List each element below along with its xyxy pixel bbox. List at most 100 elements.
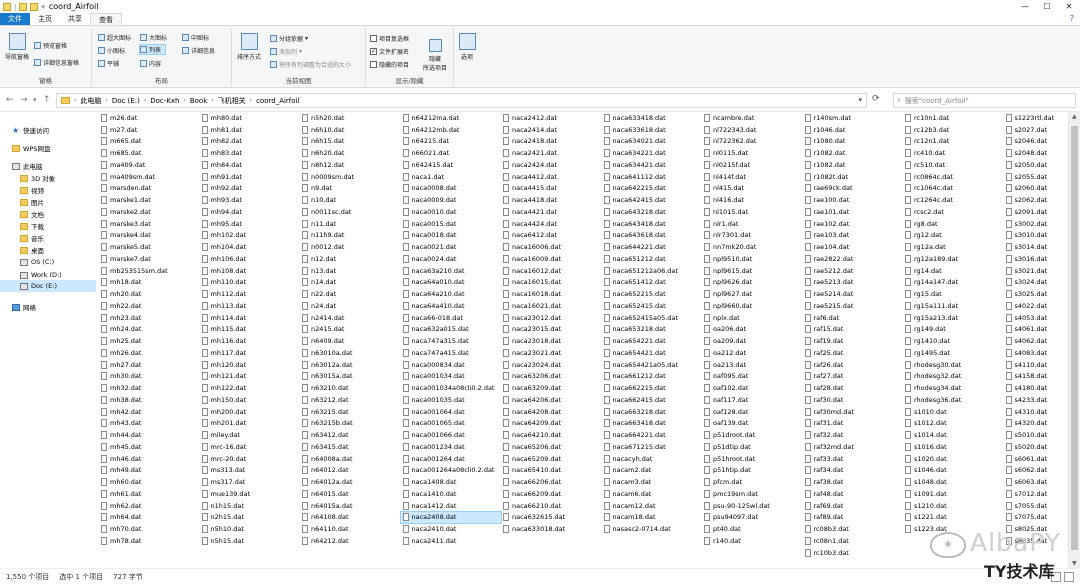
file-item[interactable]: naca653218.dat — [602, 324, 702, 336]
hide-selected-button[interactable]: 隐藏 所选项目 — [420, 39, 450, 72]
file-item[interactable]: oaf117.dat — [702, 394, 802, 406]
file-item[interactable]: oaf102.dat — [702, 382, 802, 394]
layout-tiles[interactable]: 平铺 — [98, 59, 119, 68]
file-item[interactable]: marsden.dat — [99, 183, 199, 195]
checkbox[interactable] — [370, 61, 377, 68]
file-item[interactable]: raf33.dat — [803, 453, 903, 465]
file-item[interactable]: naca654421a05.dat — [602, 359, 702, 371]
file-item[interactable]: s4158.dat — [1004, 371, 1069, 383]
file-item[interactable]: ma409.dat — [99, 159, 199, 171]
breadcrumb-this-pc[interactable]: 此电脑 — [80, 96, 101, 106]
file-item[interactable]: mh117.dat — [200, 347, 300, 359]
file-item[interactable]: mh122.dat — [200, 382, 300, 394]
file-item[interactable]: n11.dat — [300, 218, 400, 230]
file-item[interactable]: naca0021.dat — [401, 241, 501, 253]
tab-home[interactable]: 主页 — [30, 13, 60, 25]
nav-item-4[interactable]: 视频 — [0, 184, 96, 196]
file-item[interactable]: s1046.dat — [903, 465, 1003, 477]
file-item[interactable]: raf25.dat — [803, 347, 903, 359]
file-item[interactable]: r140sm.dat — [803, 112, 903, 124]
file-item[interactable]: raf31.dat — [803, 418, 903, 430]
file-item[interactable]: naca652415.dat — [602, 300, 702, 312]
file-item[interactable]: marske5.dat — [99, 241, 199, 253]
file-item[interactable]: naca0015.dat — [401, 218, 501, 230]
file-item[interactable]: mh45.dat — [99, 441, 199, 453]
file-item[interactable]: rc0864c.dat — [903, 171, 1003, 183]
nav-item-7[interactable]: 下载 — [0, 220, 96, 232]
file-item[interactable]: marske3.dat — [99, 218, 199, 230]
file-item[interactable]: mh116.dat — [200, 335, 300, 347]
file-item[interactable]: r1082t.dat — [803, 171, 903, 183]
file-item[interactable]: naca643618.dat — [602, 230, 702, 242]
file-item[interactable]: n2414.dat — [300, 312, 400, 324]
file-item[interactable]: mh18.dat — [99, 277, 199, 289]
file-item[interactable]: naca23018.dat — [501, 335, 601, 347]
file-item[interactable]: rc1064c.dat — [903, 183, 1003, 195]
file-item[interactable]: rg12a189.dat — [903, 253, 1003, 265]
file-item[interactable]: mh44.dat — [99, 429, 199, 441]
file-item[interactable]: s3002.dat — [1004, 218, 1069, 230]
file-item[interactable]: n64012a.dat — [300, 476, 400, 488]
file-item[interactable]: rc10n1.dat — [903, 112, 1003, 124]
checkbox[interactable] — [370, 35, 377, 42]
file-item[interactable]: s3024.dat — [1004, 277, 1069, 289]
file-item[interactable]: psu94097.dat — [702, 512, 802, 524]
file-item[interactable]: naca16006.dat — [501, 241, 601, 253]
file-item[interactable]: s7012.dat — [1004, 488, 1069, 500]
file-item[interactable]: rhodesg32.dat — [903, 371, 1003, 383]
file-item[interactable]: naca662415.dat — [602, 394, 702, 406]
file-item[interactable]: naca2408.dat — [399, 510, 502, 525]
preview-pane-button[interactable]: 预览窗格 — [34, 41, 67, 50]
file-item[interactable]: mh93.dat — [200, 194, 300, 206]
file-item[interactable]: naca633418.dat — [602, 112, 702, 124]
file-item[interactable]: naca634221.dat — [602, 147, 702, 159]
file-item[interactable]: n63415.dat — [300, 441, 400, 453]
file-item[interactable]: rg8.dat — [903, 218, 1003, 230]
file-item[interactable]: npl9615.dat — [702, 265, 802, 277]
file-item[interactable]: naca2411.dat — [401, 535, 501, 547]
file-item[interactable]: naca654421.dat — [602, 347, 702, 359]
hidden-items-toggle[interactable]: 隐藏的项目 — [370, 60, 409, 69]
file-item[interactable]: mh25.dat — [99, 335, 199, 347]
file-item[interactable]: naca66-018.dat — [401, 312, 501, 324]
nav-item-8[interactable]: 音乐 — [0, 232, 96, 244]
file-item[interactable]: raf30.dat — [803, 394, 903, 406]
file-item[interactable]: p51dtip.dat — [702, 441, 802, 453]
file-item[interactable]: mb253515sm.dat — [99, 265, 199, 277]
file-item[interactable]: naca652215.dat — [602, 288, 702, 300]
file-item[interactable]: naca4415.dat — [501, 183, 601, 195]
file-item[interactable]: npl9660.dat — [702, 300, 802, 312]
file-item[interactable]: ms317.dat — [200, 476, 300, 488]
file-item[interactable]: marske1.dat — [99, 194, 199, 206]
file-item[interactable]: naca4421.dat — [501, 206, 601, 218]
file-item[interactable]: s2048.dat — [1004, 147, 1069, 159]
file-item[interactable]: s6061.dat — [1004, 453, 1069, 465]
file-item[interactable]: mh201.dat — [200, 418, 300, 430]
file-item[interactable]: s5020.dat — [1004, 441, 1069, 453]
nav-item-0[interactable]: ★ 快速访问 — [0, 124, 96, 136]
file-item[interactable]: naca16015.dat — [501, 277, 601, 289]
file-item[interactable]: rg1410.dat — [903, 335, 1003, 347]
customize-icon[interactable]: ▾ — [41, 3, 45, 11]
file-item[interactable]: nacam12.dat — [602, 500, 702, 512]
file-item[interactable]: naca671215.dat — [602, 441, 702, 453]
file-item[interactable]: s4110.dat — [1004, 359, 1069, 371]
file-item[interactable]: naca65410.dat — [501, 465, 601, 477]
options-button[interactable]: 选项 — [452, 33, 482, 61]
file-item[interactable]: s1020.dat — [903, 453, 1003, 465]
file-item[interactable]: s1210.dat — [903, 500, 1003, 512]
file-item[interactable]: naca66206.dat — [501, 476, 601, 488]
file-item[interactable]: naca6412.dat — [501, 230, 601, 242]
file-item[interactable]: rae69ck.dat — [803, 183, 903, 195]
file-item[interactable]: naca16018.dat — [501, 288, 601, 300]
file-item[interactable]: n10.dat — [300, 194, 400, 206]
file-item[interactable]: oa213.dat — [702, 359, 802, 371]
checkbox-checked[interactable]: ✓ — [370, 48, 377, 55]
file-item[interactable]: naca2421.dat — [501, 147, 601, 159]
file-item[interactable]: s3025.dat — [1004, 288, 1069, 300]
file-item[interactable]: n64110.dat — [300, 523, 400, 535]
file-item[interactable]: ma409sm.dat — [99, 171, 199, 183]
file-item[interactable]: naca65206.dat — [501, 441, 601, 453]
file-item[interactable]: mh102.dat — [200, 230, 300, 242]
file-item[interactable]: mh70.dat — [99, 523, 199, 535]
